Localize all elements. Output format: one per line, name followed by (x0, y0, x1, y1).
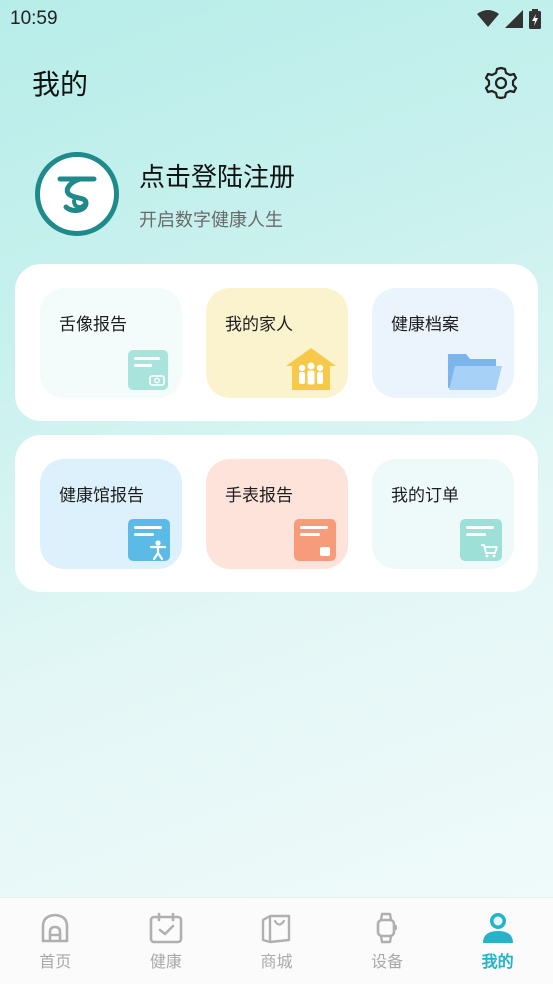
tile-label: 我的订单 (391, 485, 459, 506)
family-house-icon (286, 347, 336, 390)
tile-tongue-report[interactable]: 舌像报告 (40, 287, 182, 398)
tile-my-orders[interactable]: 我的订单 (372, 458, 514, 569)
folder-icon (448, 353, 502, 390)
tab-mine[interactable]: 我的 (443, 898, 553, 984)
battery-icon (529, 9, 541, 29)
tile-label: 健康档案 (391, 314, 459, 335)
home-icon (41, 913, 69, 943)
status-bar: 10:59 (0, 0, 553, 38)
tile-label: 我的家人 (225, 314, 293, 335)
bottom-tab-bar: 首页 健康 商城 设备 我的 (0, 897, 553, 984)
tile-label: 舌像报告 (59, 314, 127, 335)
app-logo-icon (57, 176, 97, 213)
system-icons (477, 9, 541, 29)
page-header: 我的 (0, 56, 553, 110)
signal-icon (505, 10, 523, 28)
profile-subtitle: 开启数字健康人生 (139, 209, 283, 231)
status-time: 10:59 (10, 8, 58, 29)
tab-label: 健康 (149, 952, 182, 971)
tab-label: 设备 (371, 952, 404, 971)
user-icon (482, 913, 513, 943)
tab-label: 我的 (481, 952, 514, 971)
tab-health[interactable]: 健康 (111, 898, 221, 984)
watch-icon (376, 912, 398, 944)
avatar[interactable] (35, 152, 119, 236)
tile-label: 健康馆报告 (59, 485, 144, 506)
tab-device[interactable]: 设备 (332, 898, 442, 984)
tongue-report-icon (128, 349, 168, 390)
wifi-icon (477, 10, 499, 27)
tab-label: 首页 (39, 952, 72, 971)
shopping-bag-icon (262, 914, 291, 944)
page-title: 我的 (32, 68, 89, 101)
services-card-1: 舌像报告 我的家人 健康档案 (15, 264, 538, 421)
gear-icon (484, 66, 518, 100)
settings-button[interactable] (483, 65, 519, 101)
login-register-link[interactable]: 点击登陆注册 (139, 157, 295, 194)
health-hall-report-icon (128, 518, 170, 561)
tile-watch-report[interactable]: 手表报告 (206, 458, 348, 569)
tile-label: 手表报告 (225, 485, 293, 506)
tile-health-hall-report[interactable]: 健康馆报告 (40, 458, 182, 569)
tab-label: 商城 (260, 952, 293, 971)
calendar-check-icon (149, 912, 183, 944)
profile-section: 点击登陆注册 开启数字健康人生 (35, 152, 295, 236)
tile-health-archive[interactable]: 健康档案 (372, 287, 514, 398)
tile-my-family[interactable]: 我的家人 (206, 287, 348, 398)
tab-home[interactable]: 首页 (0, 898, 110, 984)
tab-mall[interactable]: 商城 (221, 898, 331, 984)
watch-report-icon (294, 518, 336, 561)
shopping-cart-icon (460, 518, 502, 561)
services-card-2: 健康馆报告 手表报告 我的订单 (15, 435, 538, 592)
profile-text: 点击登陆注册 开启数字健康人生 (139, 157, 295, 232)
